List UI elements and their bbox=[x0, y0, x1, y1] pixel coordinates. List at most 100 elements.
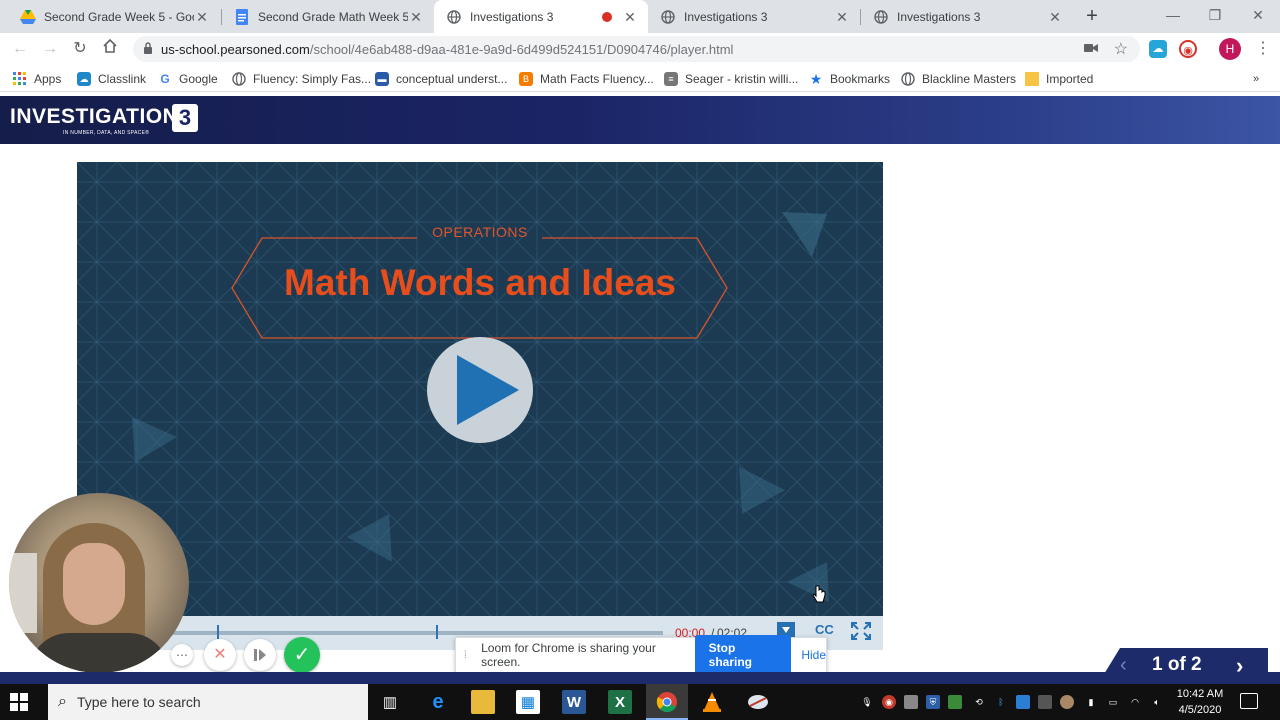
usb-icon[interactable]: ▮ bbox=[1084, 695, 1098, 709]
loom-extension-icon[interactable]: ◉ bbox=[1179, 40, 1197, 58]
drag-handle-icon[interactable]: ⁞ bbox=[464, 650, 477, 661]
tab-investigations-2[interactable]: Investigations 3 ✕ bbox=[648, 0, 860, 33]
windows-start-icon[interactable] bbox=[10, 693, 28, 711]
tray-app-icon[interactable] bbox=[904, 695, 918, 709]
camera-icon[interactable] bbox=[1084, 42, 1098, 57]
bookmark-fluency[interactable]: Fluency: Simply Fas... bbox=[232, 69, 371, 89]
bookmark-label: Math Facts Fluency... bbox=[540, 72, 654, 86]
tray-app-icon[interactable] bbox=[1060, 695, 1074, 709]
bookmark-seager[interactable]: ≡ Seager - kristin willi... bbox=[664, 69, 798, 89]
bookmark-label: Google bbox=[179, 72, 218, 86]
wifi-icon[interactable]: ◠ bbox=[1128, 695, 1142, 709]
bookmark-conceptual[interactable]: ▬ conceptual underst... bbox=[375, 69, 507, 89]
close-tab-icon[interactable]: ✕ bbox=[194, 9, 210, 25]
forward-button[interactable]: → bbox=[39, 38, 61, 60]
tab-second-grade-math-week5[interactable]: Second Grade Math Week 5 - G ✕ bbox=[222, 0, 434, 33]
bookmark-label: Fluency: Simply Fas... bbox=[253, 72, 372, 86]
reload-button[interactable]: ↻ bbox=[69, 38, 91, 60]
screen: Second Grade Week 5 - Googl ✕ Second Gra… bbox=[0, 0, 1280, 720]
excel-icon[interactable]: X bbox=[608, 690, 632, 714]
tray-app-icon[interactable] bbox=[1016, 695, 1030, 709]
page-navigation: ‹ 1 of 2 › bbox=[1098, 648, 1268, 684]
globe-icon bbox=[660, 9, 676, 25]
profile-avatar[interactable]: H bbox=[1219, 38, 1241, 60]
bookmark-bookmarks[interactable]: ★ Bookmarks bbox=[809, 69, 890, 89]
loom-finish-check-icon[interactable]: ✓ bbox=[284, 637, 320, 673]
classlink-icon: ☁ bbox=[77, 72, 91, 86]
globe-icon bbox=[232, 72, 246, 86]
tray-app-icon[interactable] bbox=[948, 695, 962, 709]
lock-icon bbox=[143, 41, 153, 57]
video-category: OPERATIONS bbox=[432, 224, 528, 240]
store-icon[interactable]: ▦ bbox=[516, 690, 540, 714]
next-page-chevron-icon[interactable]: › bbox=[1236, 653, 1243, 679]
url-path: /school/4e6ab488-d9aa-481e-9a9d-6d499d52… bbox=[309, 41, 734, 57]
back-button[interactable]: ← bbox=[9, 38, 31, 60]
seek-bar[interactable] bbox=[167, 631, 663, 635]
home-button[interactable] bbox=[99, 38, 121, 60]
stop-sharing-button[interactable]: Stop sharing bbox=[694, 635, 792, 675]
loom-pause-icon[interactable] bbox=[244, 639, 276, 671]
taskbar-search-box[interactable]: ⌕ Type here to search bbox=[48, 684, 368, 720]
previous-page-chevron-icon[interactable]: ‹ bbox=[1120, 654, 1127, 677]
close-window-button[interactable]: ✕ bbox=[1243, 4, 1273, 26]
address-bar[interactable]: us-school.pearsoned.com/school/4e6ab488-… bbox=[133, 36, 1140, 62]
bookmark-star-icon[interactable]: ☆ bbox=[1114, 39, 1128, 59]
task-view-icon[interactable]: ▥ bbox=[378, 690, 402, 714]
security-shield-icon[interactable]: ⛨ bbox=[926, 695, 940, 709]
bookmark-apps[interactable]: Apps bbox=[13, 69, 61, 89]
bookmarks-bar: Apps ☁ Classlink G Google Fluency: Simpl… bbox=[0, 65, 1280, 92]
sync-icon[interactable]: ⟲ bbox=[972, 695, 986, 709]
file-explorer-icon[interactable] bbox=[471, 690, 495, 714]
word-icon[interactable]: W bbox=[562, 690, 586, 714]
bookmark-label: Bookmarks bbox=[830, 72, 891, 86]
vlc-icon[interactable] bbox=[700, 690, 724, 714]
mouse-cursor-icon bbox=[812, 585, 826, 608]
printer-icon[interactable] bbox=[1038, 695, 1052, 709]
close-tab-icon[interactable]: ✕ bbox=[622, 9, 638, 25]
video-player[interactable]: OPERATIONS Math Words and Ideas bbox=[77, 162, 883, 616]
bookmark-imported[interactable]: Imported bbox=[1025, 69, 1093, 89]
snipping-tool-icon[interactable] bbox=[746, 690, 770, 714]
tab-investigations-3[interactable]: Investigations 3 ✕ bbox=[861, 0, 1073, 33]
more-bookmarks-chevron-icon[interactable]: » bbox=[1253, 69, 1259, 89]
play-icon bbox=[457, 355, 519, 425]
investigations-logo[interactable]: INVESTIGATIONS IN NUMBER, DATA, AND SPAC… bbox=[10, 104, 198, 136]
loom-webcam-bubble[interactable] bbox=[9, 493, 189, 673]
hide-link[interactable]: Hide bbox=[801, 648, 826, 662]
loom-more-options-icon[interactable]: ⋯ bbox=[171, 644, 193, 666]
bluetooth-icon[interactable]: ᛒ bbox=[994, 695, 1008, 709]
share-message: Loom for Chrome is sharing your screen. bbox=[481, 641, 656, 669]
loom-cancel-icon[interactable]: ✕ bbox=[204, 639, 236, 671]
loom-tray-icon[interactable]: ◉ bbox=[882, 695, 896, 709]
microphone-icon[interactable]: 🎙︎ bbox=[860, 695, 874, 709]
tab-investigations-active[interactable]: Investigations 3 ✕ bbox=[434, 0, 648, 33]
system-clock[interactable]: 10:42 AM 4/5/2020 bbox=[1168, 686, 1232, 718]
chrome-icon[interactable] bbox=[655, 690, 679, 714]
bookmark-math-facts[interactable]: B Math Facts Fluency... bbox=[519, 69, 654, 89]
minimize-window-button[interactable]: — bbox=[1158, 4, 1188, 26]
restore-window-button[interactable]: ❐ bbox=[1200, 4, 1230, 26]
close-tab-icon[interactable]: ✕ bbox=[834, 9, 850, 25]
browser-toolbar: ← → ↻ us-school.pearsoned.com/school/4e6… bbox=[0, 33, 1280, 65]
new-tab-button[interactable]: + bbox=[1082, 6, 1102, 26]
tab-title: Second Grade Math Week 5 - G bbox=[258, 9, 408, 24]
edge-icon[interactable]: e bbox=[426, 690, 450, 714]
menu-kebab-icon[interactable]: ⋮ bbox=[1252, 38, 1274, 60]
close-tab-icon[interactable]: ✕ bbox=[408, 9, 424, 25]
close-tab-icon[interactable]: ✕ bbox=[1047, 9, 1063, 25]
search-icon: ⌕ bbox=[58, 693, 67, 710]
action-center-icon[interactable] bbox=[1240, 693, 1258, 709]
volume-icon[interactable]: 🔈︎ bbox=[1150, 695, 1164, 709]
video-title: Math Words and Ideas bbox=[284, 262, 676, 303]
globe-icon bbox=[901, 72, 915, 86]
bookmark-google[interactable]: G Google bbox=[158, 69, 218, 89]
bookmark-blackline[interactable]: Blackline Masters bbox=[901, 69, 1016, 89]
extension-cloud-icon[interactable]: ☁ bbox=[1149, 40, 1167, 58]
tab-second-grade-week5[interactable]: Second Grade Week 5 - Googl ✕ bbox=[8, 0, 220, 33]
bookmark-classlink[interactable]: ☁ Classlink bbox=[77, 69, 146, 89]
play-button[interactable] bbox=[427, 337, 533, 443]
fullscreen-icon[interactable] bbox=[851, 622, 871, 642]
tab-title: Investigations 3 bbox=[684, 9, 768, 24]
battery-icon[interactable]: ▭ bbox=[1106, 695, 1120, 709]
